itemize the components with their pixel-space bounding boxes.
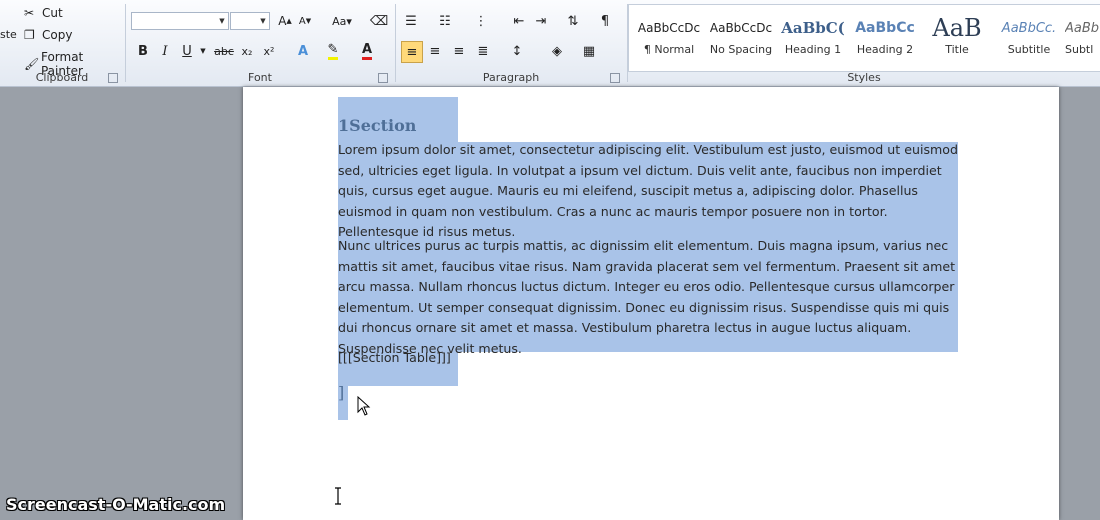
style-preview: AaBbC( [781, 19, 845, 37]
style-title[interactable]: AaB Title [921, 13, 993, 67]
borders-icon[interactable]: ▦ [580, 42, 598, 60]
copy-label: Copy [42, 28, 73, 42]
body-paragraph-2[interactable]: Nunc ultrices purus ac turpis mattis, ac… [338, 236, 958, 360]
cut-label: Cut [42, 6, 63, 20]
subscript-button[interactable]: x₂ [238, 42, 256, 60]
change-case-icon[interactable]: Aa▾ [330, 12, 354, 30]
style-name: ¶ Normal [643, 43, 695, 56]
style-name: No Spacing [709, 43, 773, 56]
chevron-down-icon: ▼ [219, 17, 225, 25]
chevron-down-icon[interactable]: ▼ [194, 42, 212, 60]
paste-label: ste [0, 28, 17, 41]
highlight-icon[interactable]: ✎ [324, 42, 342, 60]
paintbrush-icon: 🖌 [24, 57, 40, 71]
style-normal[interactable]: AaBbCcDc ¶ Normal [633, 13, 705, 67]
italic-button[interactable]: I [156, 42, 174, 60]
font-family-combo[interactable]: ▼ [131, 12, 229, 30]
paste-button[interactable]: ste [0, 28, 17, 41]
pilcrow-icon[interactable]: ¶ [596, 12, 614, 30]
paragraph-group: ☰ ☷ ⋮ ⇤ ⇥ ⇅ ¶ ≡ ≡ ≡ ≣ ↕ ◈ ▦ Paragraph [396, 0, 626, 86]
style-name: Title [945, 43, 969, 56]
style-preview: AaBbCcDc [709, 21, 773, 35]
shrink-font-icon[interactable]: A ▼ [296, 12, 314, 30]
styles-group-label: Styles [847, 71, 881, 84]
text-effects-icon[interactable]: A [294, 42, 312, 60]
style-preview: AaBb [1065, 20, 1100, 36]
document-workspace[interactable]: 1Section Lorem ipsum dolor sit amet, con… [0, 87, 1100, 520]
style-subtitle[interactable]: AaBbCc. Subtitle [993, 13, 1065, 67]
font-size-combo[interactable]: ▼ [230, 12, 270, 30]
clipboard-group: ste ✂ Cut ❐ Copy 🖌 Format Painter Clipbo… [0, 0, 124, 86]
closing-bracket: ] [338, 383, 345, 402]
decrease-indent-icon[interactable]: ⇤ [510, 12, 528, 30]
copy-icon: ❐ [24, 28, 35, 42]
style-heading-2[interactable]: AaBbCc Heading 2 [849, 13, 921, 67]
increase-indent-icon[interactable]: ⇥ [532, 12, 550, 30]
justify-icon[interactable]: ≣ [474, 42, 492, 60]
multilevel-list-icon[interactable]: ⋮ [472, 12, 490, 30]
superscript-button[interactable]: x² [260, 42, 278, 60]
body-paragraph-1[interactable]: Lorem ipsum dolor sit amet, consectetur … [338, 140, 958, 243]
paragraph-group-label: Paragraph [482, 71, 540, 84]
style-preview: AaBbCc [855, 20, 915, 36]
font-group-label: Font [248, 71, 272, 84]
style-no-spacing[interactable]: AaBbCcDc No Spacing [705, 13, 777, 67]
align-right-icon[interactable]: ≡ [450, 42, 468, 60]
style-subtle-emphasis[interactable]: AaBb Subtl [1065, 13, 1100, 67]
style-preview: AaBbCcDc [637, 21, 701, 35]
align-center-icon[interactable]: ≡ [426, 42, 444, 60]
clipboard-group-label: Clipboard [35, 71, 89, 84]
style-name: Subtitle [1007, 43, 1051, 56]
chevron-down-icon: ▼ [260, 17, 266, 25]
section-heading[interactable]: 1Section [338, 116, 416, 135]
screencast-watermark: Screencast-O-Matic.com [6, 495, 226, 514]
paragraph-launcher-icon[interactable] [610, 73, 620, 83]
i-beam-cursor-icon [335, 487, 341, 505]
copy-button[interactable]: ❐ Copy [24, 28, 72, 42]
font-launcher-icon[interactable] [378, 73, 388, 83]
styles-gallery: AaBbCcDc ¶ Normal AaBbCcDc No Spacing Aa… [628, 4, 1100, 72]
shading-icon[interactable]: ◈ [548, 42, 566, 60]
document-page[interactable]: 1Section Lorem ipsum dolor sit amet, con… [243, 87, 1059, 520]
scissors-icon: ✂ [24, 6, 35, 20]
grow-font-icon[interactable]: A ▲ [276, 12, 294, 30]
font-color-icon[interactable]: A [358, 42, 376, 60]
font-group: ▼ ▼ A ▲ A ▼ Aa▾ ⌫ B I U ▼ abc x₂ x² A ✎ A … [126, 0, 394, 86]
mouse-pointer-icon [357, 396, 371, 416]
style-preview: AaB [932, 14, 982, 42]
bold-button[interactable]: B [134, 42, 152, 60]
cut-button[interactable]: ✂ Cut [24, 6, 63, 20]
style-preview: AaBbCc. [1001, 20, 1057, 36]
section-table-placeholder[interactable]: [[[Section Table]]] [338, 350, 451, 365]
sort-icon[interactable]: ⇅ [564, 12, 582, 30]
clipboard-launcher-icon[interactable] [108, 73, 118, 83]
line-spacing-icon[interactable]: ↕ [508, 42, 526, 60]
ribbon: ste ✂ Cut ❐ Copy 🖌 Format Painter Clipbo… [0, 0, 1100, 87]
style-heading-1[interactable]: AaBbC( Heading 1 [777, 13, 849, 67]
style-name: Heading 2 [856, 43, 914, 56]
numbering-icon[interactable]: ☷ [436, 12, 454, 30]
style-name: Subtl [1065, 43, 1094, 56]
bullets-icon[interactable]: ☰ [402, 12, 420, 30]
strikethrough-button[interactable]: abc [212, 42, 236, 60]
align-left-icon[interactable]: ≡ [401, 41, 423, 63]
style-name: Heading 1 [784, 43, 842, 56]
clear-formatting-icon[interactable]: ⌫ [370, 12, 388, 30]
